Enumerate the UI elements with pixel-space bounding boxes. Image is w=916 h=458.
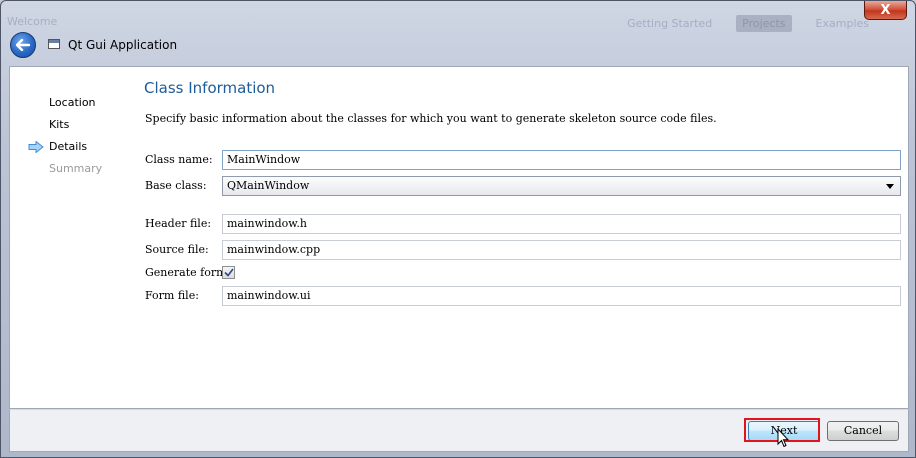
mouse-cursor-icon — [777, 428, 789, 448]
background-tab: Getting Started — [627, 17, 713, 30]
sidebar-item-kits: Kits — [49, 118, 70, 131]
source-file-label: Source file: — [145, 243, 209, 256]
close-button[interactable]: X — [864, 1, 907, 20]
generate-form-label: Generate form: — [145, 266, 231, 279]
sidebar-item-details: Details — [49, 140, 88, 153]
sidebar-item-location: Location — [49, 96, 96, 109]
back-arrow-icon — [16, 39, 30, 51]
base-class-label: Base class: — [145, 179, 207, 192]
base-class-select[interactable]: QMainWindow — [222, 176, 901, 196]
header-file-label: Header file: — [145, 217, 212, 230]
checkmark-icon — [223, 268, 234, 277]
generate-form-checkbox[interactable] — [222, 266, 235, 279]
background-tab: Projects — [736, 15, 792, 32]
current-step-arrow-icon — [28, 141, 44, 153]
background-window-title: Welcome — [7, 15, 58, 28]
form-file-input[interactable]: mainwindow.ui — [222, 286, 901, 306]
window-frame: Welcome Getting Started Projects Example… — [0, 0, 916, 458]
form-file-label: Form file: — [145, 289, 199, 302]
page-title: Class Information — [144, 79, 276, 97]
base-class-value: QMainWindow — [227, 179, 310, 192]
class-name-label: Class name: — [145, 153, 213, 166]
close-icon: X — [880, 2, 891, 18]
source-file-input[interactable]: mainwindow.cpp — [222, 240, 901, 260]
back-button[interactable] — [10, 32, 36, 58]
dropdown-caret-icon — [886, 184, 894, 189]
cancel-button[interactable]: Cancel — [827, 421, 899, 441]
wizard-window-icon — [48, 39, 60, 49]
sidebar-item-summary: Summary — [49, 162, 103, 175]
header-file-input[interactable]: mainwindow.h — [222, 214, 901, 234]
class-name-input[interactable]: MainWindow — [222, 150, 901, 170]
background-tabs: Getting Started Projects Examples — [621, 15, 875, 32]
wizard-content: Location Kits Details Summary Class Info… — [9, 66, 909, 409]
page-description: Specify basic information about the clas… — [145, 112, 717, 125]
wizard-title: Qt Gui Application — [68, 38, 178, 52]
